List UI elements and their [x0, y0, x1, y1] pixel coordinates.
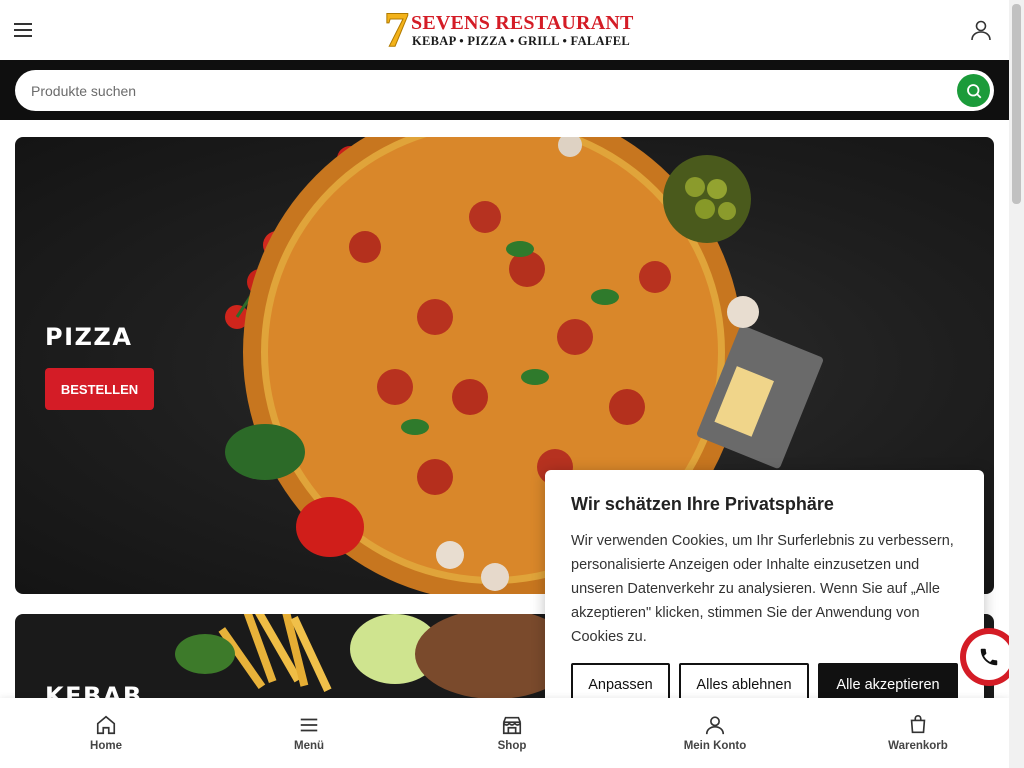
pizza-title: PIZZA [45, 323, 133, 351]
nav-shop[interactable]: Shop [452, 714, 572, 752]
cart-icon [910, 715, 926, 734]
nav-cart[interactable]: Warenkorb [858, 714, 978, 752]
nav-shop-label: Shop [497, 740, 527, 752]
home-icon [96, 715, 116, 735]
search-bar-section [0, 60, 1009, 120]
olive-jar [663, 155, 751, 243]
account-button[interactable] [969, 18, 993, 42]
user-icon [971, 20, 991, 41]
logo-title: SEVENS RESTAURANT [411, 12, 634, 34]
mushroom [436, 541, 464, 569]
search-button[interactable] [957, 74, 990, 107]
scrollbar-thumb[interactable] [1012, 4, 1021, 204]
site-header: 7 SEVENS RESTAURANT KEBAP • PIZZA • GRIL… [0, 0, 1009, 60]
search-box [15, 70, 994, 111]
store-icon [502, 716, 522, 735]
cookie-title: Wir schätzen Ihre Privatsphäre [571, 494, 834, 514]
cookie-consent-dialog: Wir schätzen Ihre Privatsphäre Wir verwe… [545, 470, 984, 727]
hamburger-menu-button[interactable] [14, 19, 36, 41]
nav-account-label: Mein Konto [683, 740, 747, 752]
logo-subtitle: KEBAP • PIZZA • GRILL • FALAFEL [412, 34, 631, 48]
menu-icon [300, 718, 318, 732]
search-icon [966, 83, 981, 98]
nav-cart-label: Warenkorb [888, 740, 948, 752]
red-pepper [296, 497, 364, 557]
nav-home-label: Home [90, 740, 122, 752]
cookie-text: Wir verwenden Cookies, um Ihr Surferlebn… [571, 533, 954, 645]
bottom-navigation: Home Menü Shop Mein Konto Warenkorb [0, 698, 1009, 768]
phone-icon [980, 648, 998, 666]
nav-account[interactable]: Mein Konto [655, 714, 775, 752]
fries [218, 614, 332, 692]
page-scrollbar[interactable] [1009, 0, 1024, 768]
nav-menu[interactable]: Menü [249, 714, 369, 752]
site-logo[interactable]: 7 SEVENS RESTAURANT KEBAP • PIZZA • GRIL… [384, 4, 634, 55]
nav-home[interactable]: Home [46, 714, 166, 752]
logo-number: 7 [384, 1, 410, 57]
order-button[interactable]: BESTELLEN [45, 368, 154, 410]
hamburger-icon [14, 23, 32, 25]
basil-leaves [225, 424, 305, 480]
search-input[interactable] [31, 70, 931, 111]
nav-menu-label: Menü [293, 740, 325, 752]
user-icon [705, 716, 725, 735]
